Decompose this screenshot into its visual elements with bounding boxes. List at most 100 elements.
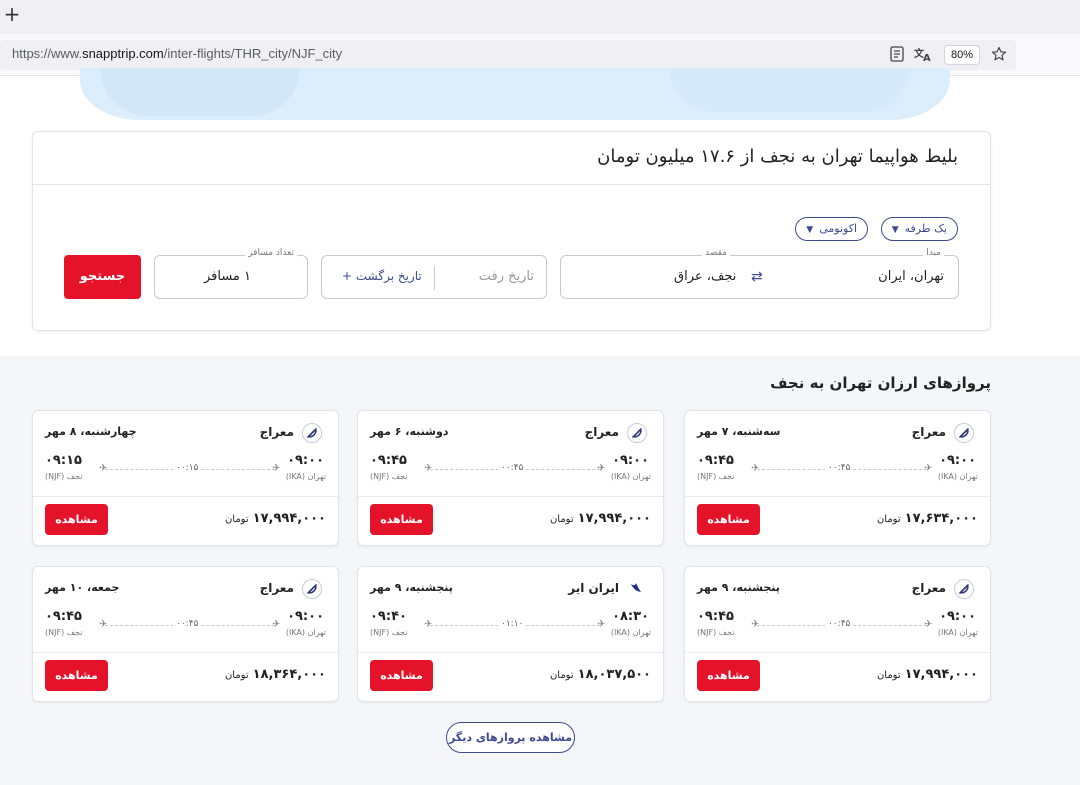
trip-type-dropdown[interactable]: یک طرفه ▼	[880, 217, 958, 241]
flight-date: جمعه، ۱۰ مهر	[45, 581, 120, 594]
page-title: بلیط هواپیما تهران به نجف از ۱۷.۶ میلیون…	[597, 146, 958, 167]
price-value: ۱۸,۳۶۴,۰۰۰	[252, 667, 326, 682]
url-bar[interactable]: https://www.snapptrip.com/inter-flights/…	[0, 40, 1016, 70]
flight-card[interactable]: معراج دوشنبه، ۶ مهر ۰۹:۰۰ ۰۹:۴۵ ✈ ✈ ۰۰:۴۵ تهران…	[357, 410, 664, 546]
flight-price: ۱۸,۰۳۷,۵۰۰تومان	[550, 667, 651, 682]
depart-date-input[interactable]: تاریخ رفت	[479, 269, 534, 284]
plane-arrive-icon: ✈	[424, 619, 433, 630]
card-divider	[358, 652, 663, 653]
cabin-class-label: اکونومی	[819, 222, 857, 235]
departure-airport: تهران (IKA)	[610, 628, 651, 637]
plane-arrive-icon: ✈	[99, 463, 108, 474]
more-flights-button[interactable]: مشاهده پروازهای دیگر	[446, 722, 575, 753]
search-divider	[33, 184, 990, 185]
arrival-time: ۰۹:۴۰	[370, 609, 407, 624]
view-flight-button[interactable]: مشاهده	[370, 504, 433, 535]
card-divider	[33, 496, 338, 497]
flight-date: پنجشنبه، ۹ مهر	[370, 581, 453, 594]
view-flight-button[interactable]: مشاهده	[45, 660, 108, 691]
price-currency: تومان	[876, 670, 901, 681]
flight-duration: ۰۰:۴۵	[825, 619, 854, 629]
airline-name: ایران ایر	[568, 581, 619, 595]
flight-price: ۱۷,۶۳۴,۰۰۰تومان	[877, 511, 978, 526]
flight-duration: ۰۰:۱۵	[173, 463, 202, 473]
passengers-value[interactable]: ۱ مسافر	[204, 269, 251, 284]
date-field[interactable]: تاریخ رفت تاریخ برگشت +	[321, 255, 547, 299]
plane-depart-icon: ✈	[924, 619, 933, 630]
departure-airport: تهران (IKA)	[937, 472, 978, 481]
plane-depart-icon: ✈	[272, 463, 281, 474]
flight-price: ۱۷,۹۹۴,۰۰۰تومان	[225, 511, 326, 526]
price-currency: تومان	[876, 514, 901, 525]
return-date-button[interactable]: تاریخ برگشت +	[342, 269, 422, 283]
url-host: snapptrip.com	[82, 46, 164, 61]
reader-view-icon[interactable]	[888, 46, 906, 64]
swap-icon[interactable]: ⇄	[751, 269, 763, 285]
zoom-level-badge[interactable]: 80%	[944, 45, 980, 65]
departure-time: ۰۹:۰۰	[287, 609, 324, 624]
origin-destination-field[interactable]: مبدا تهران، ایران ⇄ مقصد نجف، عراق	[560, 248, 959, 299]
search-button[interactable]: جستجو	[64, 255, 141, 299]
plane-arrive-icon: ✈	[424, 463, 433, 474]
iran-air-logo-icon	[627, 579, 647, 599]
meraj-logo-icon	[627, 423, 647, 443]
price-currency: تومان	[224, 670, 249, 681]
flight-duration: ۰۱:۱۰	[498, 619, 527, 629]
flight-date: سه‌شنبه، ۷ مهر	[697, 425, 781, 438]
flight-card[interactable]: معراج جمعه، ۱۰ مهر ۰۹:۰۰ ۰۹:۴۵ ✈ ✈ ۰۰:۴۵ تهران …	[32, 566, 339, 702]
plane-arrive-icon: ✈	[751, 619, 760, 630]
browser-tab-bar: +	[0, 0, 1080, 34]
bookmark-star-icon[interactable]	[990, 46, 1008, 64]
arrival-airport: نجف (NJF)	[45, 628, 83, 637]
plane-depart-icon: ✈	[597, 463, 606, 474]
chevron-down-icon: ▼	[806, 225, 814, 235]
origin-value[interactable]: تهران، ایران	[878, 269, 944, 284]
arrival-airport: نجف (NJF)	[45, 472, 83, 481]
view-flight-button[interactable]: مشاهده	[370, 660, 433, 691]
meraj-logo-icon	[302, 579, 322, 599]
passengers-field[interactable]: تعداد مسافر ۱ مسافر	[154, 248, 308, 299]
card-divider	[685, 652, 990, 653]
url-text[interactable]: https://www.snapptrip.com/inter-flights/…	[12, 46, 342, 61]
departure-time: ۰۹:۰۰	[939, 609, 976, 624]
destination-value[interactable]: نجف، عراق	[674, 269, 736, 284]
airline-name: معراج	[259, 425, 294, 439]
flight-price: ۱۷,۹۹۴,۰۰۰تومان	[550, 511, 651, 526]
flight-card[interactable]: معراج چهارشنبه، ۸ مهر ۰۹:۰۰ ۰۹:۱۵ ✈ ✈ ۰۰:۱۵ تهر…	[32, 410, 339, 546]
flight-price: ۱۸,۳۶۴,۰۰۰تومان	[225, 667, 326, 682]
card-divider	[685, 496, 990, 497]
plane-depart-icon: ✈	[597, 619, 606, 630]
cabin-class-dropdown[interactable]: اکونومی ▼	[795, 217, 868, 241]
departure-airport: تهران (IKA)	[937, 628, 978, 637]
price-currency: تومان	[549, 514, 574, 525]
departure-time: ۰۹:۰۰	[287, 453, 324, 468]
flight-card[interactable]: ایران ایر پنجشنبه، ۹ مهر ۰۸:۳۰ ۰۹:۴۰ ✈ ✈ ۰۱:۱۰…	[357, 566, 664, 702]
arrival-time: ۰۹:۴۵	[45, 609, 82, 624]
passengers-label: تعداد مسافر	[245, 248, 297, 258]
flight-card[interactable]: معراج سه‌شنبه، ۷ مهر ۰۹:۰۰ ۰۹:۴۵ ✈ ✈ ۰۰:۴۵ تهرا…	[684, 410, 991, 546]
date-divider	[434, 266, 435, 290]
departure-time: ۰۸:۳۰	[612, 609, 649, 624]
flight-duration: ۰۰:۴۵	[825, 463, 854, 473]
translate-icon[interactable]: 文A	[914, 46, 932, 64]
view-flight-button[interactable]: مشاهده	[697, 660, 760, 691]
new-tab-button[interactable]: +	[0, 2, 24, 26]
price-value: ۱۷,۹۹۴,۰۰۰	[252, 511, 326, 526]
price-value: ۱۸,۰۳۷,۵۰۰	[577, 667, 651, 682]
flight-date: چهارشنبه، ۸ مهر	[45, 425, 137, 438]
view-flight-button[interactable]: مشاهده	[45, 504, 108, 535]
price-currency: تومان	[224, 514, 249, 525]
departure-time: ۰۹:۰۰	[939, 453, 976, 468]
destination-label: مقصد	[702, 248, 730, 258]
flight-price: ۱۷,۹۹۴,۰۰۰تومان	[877, 667, 978, 682]
arrival-airport: نجف (NJF)	[697, 472, 735, 481]
meraj-logo-icon	[954, 579, 974, 599]
trip-type-label: یک طرفه	[904, 222, 947, 235]
chevron-down-icon: ▼	[891, 225, 899, 235]
flight-date: پنجشنبه، ۹ مهر	[697, 581, 780, 594]
departure-airport: تهران (IKA)	[285, 472, 326, 481]
flight-search-card: بلیط هواپیما تهران به نجف از ۱۷.۶ میلیون…	[32, 131, 991, 331]
view-flight-button[interactable]: مشاهده	[697, 504, 760, 535]
flight-card[interactable]: معراج پنجشنبه، ۹ مهر ۰۹:۰۰ ۰۹:۴۵ ✈ ✈ ۰۰:۴۵ تهرا…	[684, 566, 991, 702]
plane-arrive-icon: ✈	[99, 619, 108, 630]
